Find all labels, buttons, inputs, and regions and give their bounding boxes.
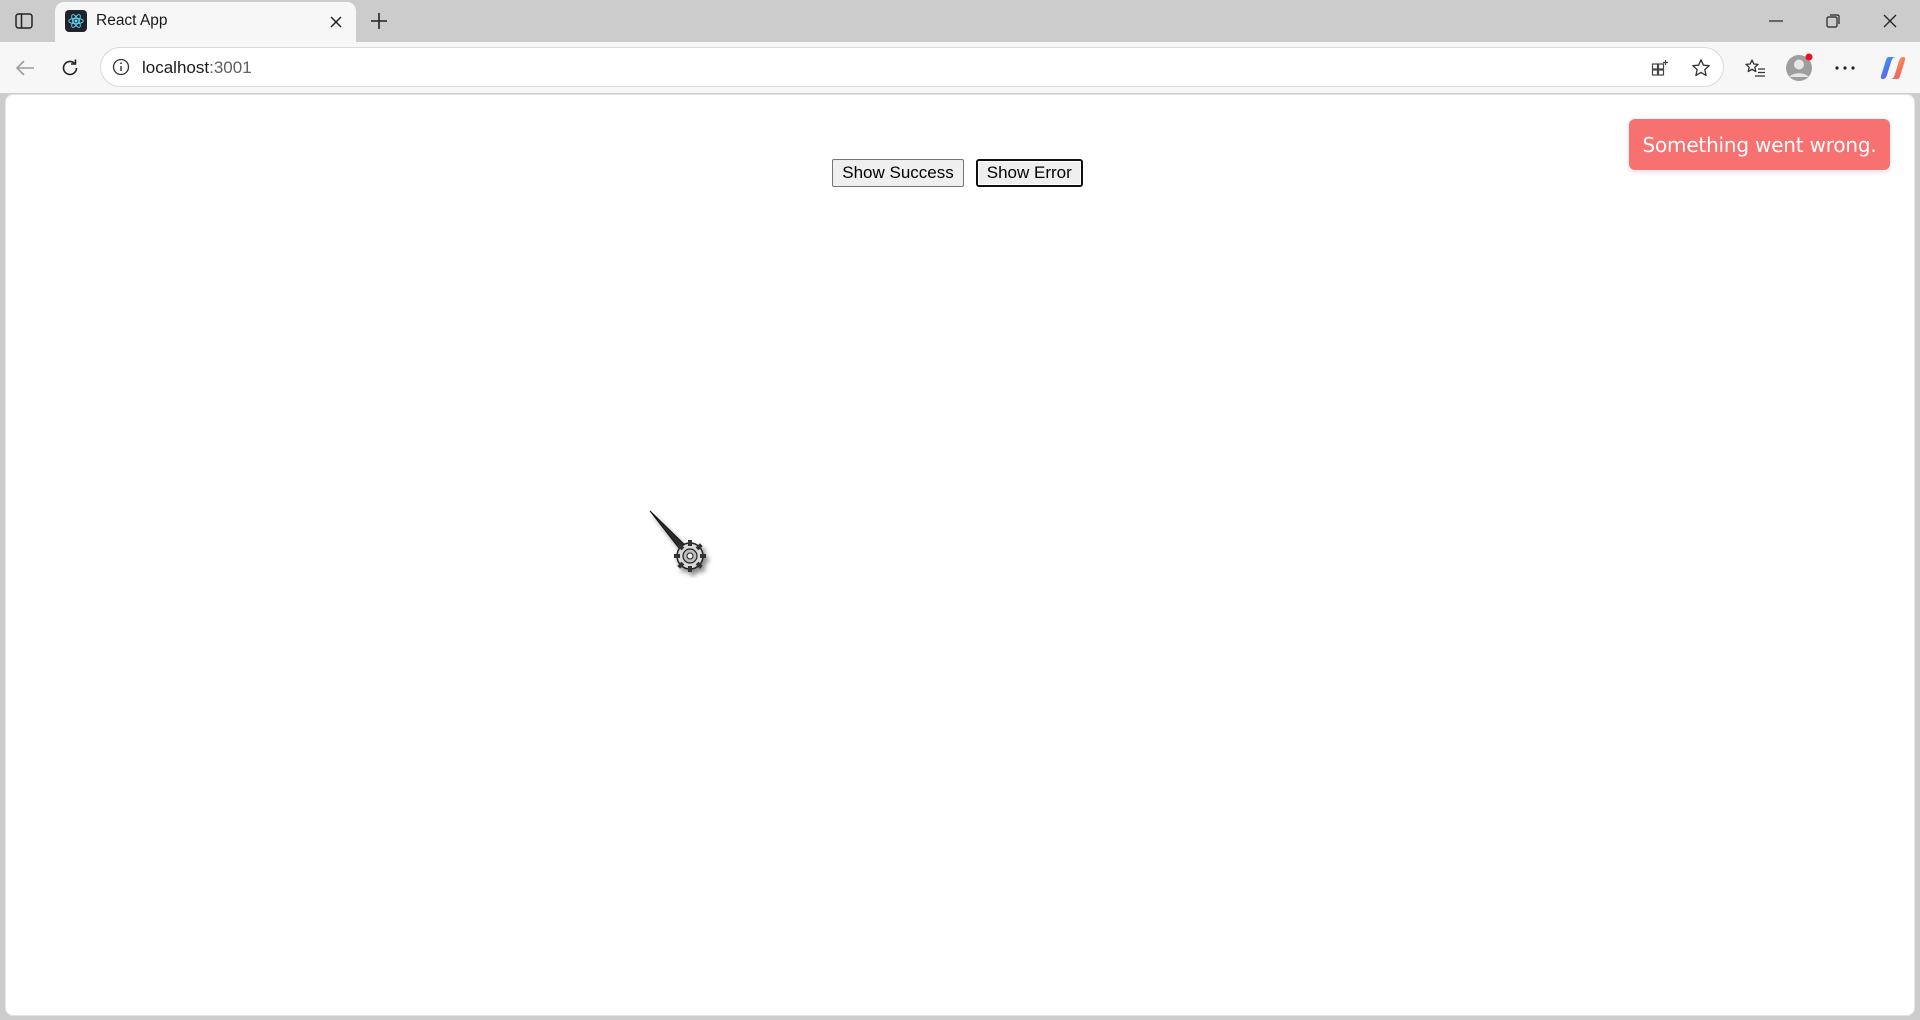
close-window-icon[interactable] (1862, 0, 1918, 42)
back-arrow-icon[interactable] (8, 51, 42, 85)
browser-tab[interactable]: React App (55, 2, 356, 42)
profile-avatar-icon[interactable] (1782, 51, 1816, 85)
show-success-button[interactable]: Show Success (832, 159, 964, 187)
favorites-list-icon[interactable] (1738, 51, 1772, 85)
url-port: :3001 (209, 58, 252, 77)
info-icon[interactable] (109, 55, 133, 79)
button-row: Show Success Show Error (6, 159, 1914, 187)
plus-icon[interactable] (364, 6, 394, 36)
browser-toolbar: localhost:3001 (0, 42, 1920, 93)
restore-icon[interactable] (1805, 0, 1861, 42)
react-logo-icon (65, 10, 87, 32)
browser-tab-bar: React App (0, 0, 1920, 42)
more-horizontal-icon[interactable] (1828, 51, 1862, 85)
star-icon[interactable] (1687, 54, 1715, 82)
copilot-icon[interactable] (1876, 51, 1910, 85)
tab-title: React App (96, 12, 168, 29)
close-icon[interactable] (324, 10, 348, 34)
url-text: localhost:3001 (142, 58, 252, 78)
refresh-icon[interactable] (53, 51, 87, 85)
url-host: localhost (142, 58, 210, 77)
address-bar[interactable]: localhost:3001 (100, 47, 1724, 87)
sidebar-toggle-icon[interactable] (8, 6, 40, 36)
busy-cursor-icon (646, 508, 718, 578)
page-viewport: Show Success Show Error Something went w… (5, 94, 1915, 1016)
show-error-button[interactable]: Show Error (975, 159, 1083, 187)
toast-message: Something went wrong. (1642, 132, 1877, 157)
error-toast[interactable]: Something went wrong. (1629, 119, 1890, 170)
minimize-icon[interactable] (1748, 0, 1804, 42)
app-grid-icon[interactable] (1646, 54, 1674, 82)
